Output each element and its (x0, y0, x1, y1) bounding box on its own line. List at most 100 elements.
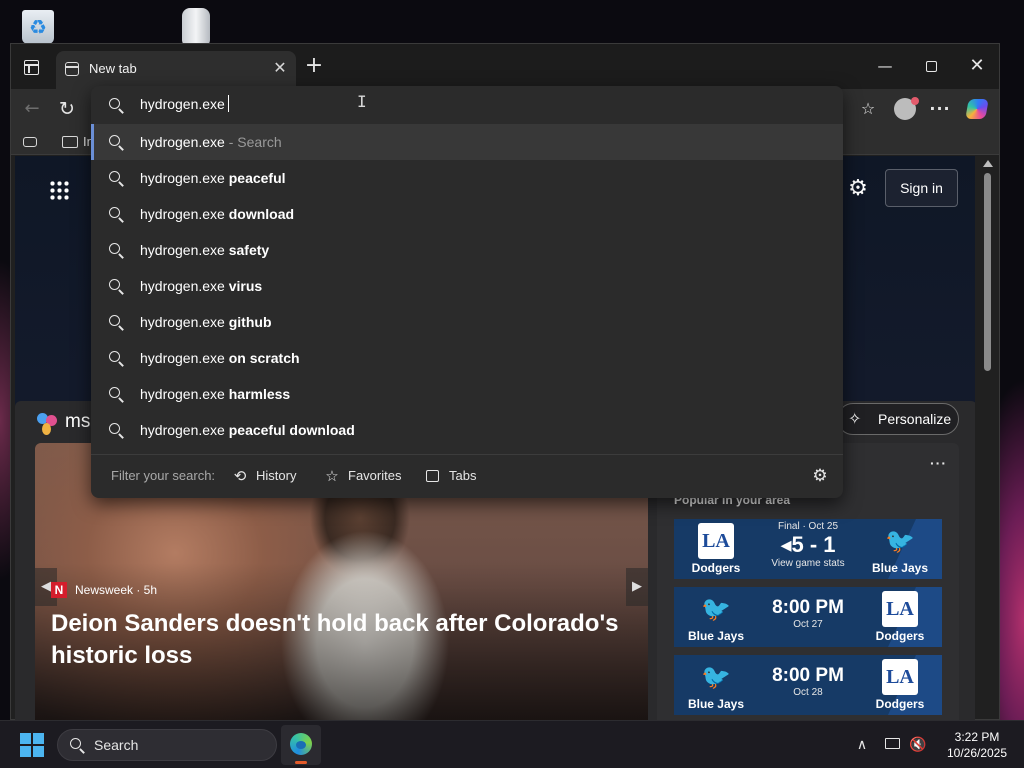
suggestion-text: hydrogen.exe on scratch (140, 350, 300, 366)
suggestion-text: hydrogen.exe virus (140, 278, 262, 294)
suggestion-item[interactable]: hydrogen.exe peaceful (91, 160, 843, 196)
settings-and-more-button[interactable]: ··· (927, 97, 953, 121)
clock-date: 10/26/2025 (946, 746, 1008, 760)
suggestion-item[interactable]: hydrogen.exe download (91, 196, 843, 232)
search-icon-handle (79, 748, 85, 754)
search-icon-handle (118, 289, 124, 295)
profile-button[interactable] (891, 97, 919, 121)
page-settings-icon[interactable]: ⚙ (845, 176, 871, 202)
text-caret (228, 95, 229, 112)
game-time: 8:00 PM (772, 597, 844, 618)
dodgers-logo-icon: LA (882, 659, 918, 695)
app-launcher-icon[interactable] (49, 180, 71, 202)
search-icon-lens (109, 98, 120, 109)
desktop-app-icon[interactable] (176, 6, 216, 46)
sound-muted-icon[interactable]: 🔇 (908, 735, 928, 755)
minimize-button[interactable]: — (868, 52, 902, 80)
suggestion-text: hydrogen.exe peaceful download (140, 422, 355, 438)
search-icon (108, 206, 124, 223)
game-date: Oct 28 (793, 687, 823, 698)
address-input[interactable]: hydrogen.exe (140, 96, 225, 112)
tab-new-tab[interactable]: New tab ✕ (56, 51, 296, 89)
team-name: Blue Jays (687, 629, 745, 643)
scroll-thumb[interactable] (984, 173, 991, 371)
clock-time: 3:22 PM (954, 730, 1000, 744)
search-icon (108, 314, 124, 331)
game-row[interactable]: LA Dodgers Final · Oct 25 ◂5 - 1 View ga… (674, 519, 942, 579)
star-icon: ☆ (325, 467, 339, 485)
dodgers-logo-icon: LA (698, 523, 734, 559)
tab-actions-icon (24, 60, 39, 75)
search-icon-handle (118, 108, 124, 114)
search-icon-lens (70, 738, 81, 749)
folder-icon[interactable] (61, 133, 79, 151)
game-row[interactable]: 🐦 Blue Jays 8:00 PM Oct 28 LA Dodgers (674, 655, 942, 715)
refresh-button[interactable]: ↻ (55, 97, 79, 121)
blue-jays-logo-icon: 🐦 (701, 663, 731, 691)
search-icon-lens (109, 387, 120, 398)
search-icon-lens (109, 279, 120, 290)
suggestion-query: hydrogen.exe (140, 278, 229, 294)
folder-icon-shape (62, 136, 78, 148)
address-bar[interactable]: hydrogen.exe I (91, 86, 843, 124)
filter-history-button[interactable]: ⟲ History (231, 467, 301, 487)
team-name: Dodgers (875, 697, 925, 711)
filter-label: Filter your search: (111, 468, 216, 483)
search-icon (108, 134, 124, 151)
filter-favorites-button[interactable]: ☆ Favorites (323, 467, 403, 487)
suggestion-hint: - Search (224, 134, 282, 150)
collections-icon-shape (23, 137, 37, 147)
team-right: LA Dodgers (864, 591, 936, 645)
suggestion-item[interactable]: hydrogen.exe - Search (91, 124, 843, 160)
filter-history-label: History (256, 468, 297, 483)
new-tab-button[interactable]: + (301, 54, 327, 80)
suggestion-item[interactable]: hydrogen.exe virus (91, 268, 843, 304)
copilot-button[interactable] (964, 97, 990, 121)
suggestion-completion: github (228, 314, 272, 330)
collections-icon[interactable] (21, 133, 39, 151)
sports-more-button[interactable]: ··· (930, 455, 947, 471)
recycle-bin-icon[interactable]: ♻ (18, 6, 58, 46)
filter-tabs-button[interactable]: Tabs (424, 467, 484, 487)
back-button[interactable]: ← (20, 97, 44, 121)
edge-taskbar-button[interactable] (281, 725, 321, 765)
search-icon-lens (109, 315, 120, 326)
clock[interactable]: 3:22 PM 10/26/2025 (938, 729, 1016, 761)
tab-actions-button[interactable] (21, 57, 43, 79)
suggestion-item[interactable]: hydrogen.exe peaceful download (91, 412, 843, 448)
suggestion-item[interactable]: hydrogen.exe safety (91, 232, 843, 268)
start-button[interactable] (20, 733, 44, 757)
suggestion-text: hydrogen.exe peaceful (140, 170, 286, 186)
page-scrollbar[interactable] (981, 156, 995, 721)
close-window-button[interactable]: ✕ (960, 52, 994, 80)
game-stats-link[interactable]: View game stats (754, 558, 862, 569)
close-tab-button[interactable]: ✕ (270, 59, 290, 79)
suggestion-completion: download (228, 206, 295, 222)
search-icon (108, 350, 124, 367)
game-row[interactable]: 🐦 Blue Jays 8:00 PM Oct 27 LA Dodgers (674, 587, 942, 647)
favorites-button[interactable]: ☆ (855, 97, 881, 121)
taskbar-search[interactable]: Search (57, 729, 277, 761)
gear-icon[interactable]: ⚙ (809, 465, 831, 487)
msn-logo[interactable] (37, 413, 67, 437)
sign-in-button[interactable]: Sign in (885, 169, 958, 207)
suggestion-query: hydrogen.exe (140, 422, 229, 438)
source-name: Newsweek · 5h (75, 583, 158, 597)
suggestion-item[interactable]: hydrogen.exe harmless (91, 376, 843, 412)
team-left: LA Dodgers (680, 523, 752, 577)
maximize-button[interactable] (914, 52, 948, 80)
avatar-icon (894, 97, 919, 120)
news-headline[interactable]: Deion Sanders doesn't hold back after Co… (51, 608, 631, 672)
suggestion-item[interactable]: hydrogen.exe github (91, 304, 843, 340)
search-icon-handle (118, 325, 124, 331)
personalize-button[interactable]: ✧ Personalize (837, 403, 959, 435)
suggestion-text: hydrogen.exe - Search (140, 134, 282, 150)
suggestion-item[interactable]: hydrogen.exe on scratch (91, 340, 843, 376)
suggestion-query: hydrogen.exe (140, 170, 229, 186)
carousel-next-button[interactable]: ▶ (626, 568, 648, 606)
chevron-up-icon[interactable]: ∧ (852, 735, 872, 755)
windows-logo-tile (33, 746, 44, 757)
network-icon[interactable] (884, 735, 904, 755)
scroll-up-icon[interactable] (983, 160, 993, 167)
new-tab-favicon-icon (65, 62, 79, 76)
